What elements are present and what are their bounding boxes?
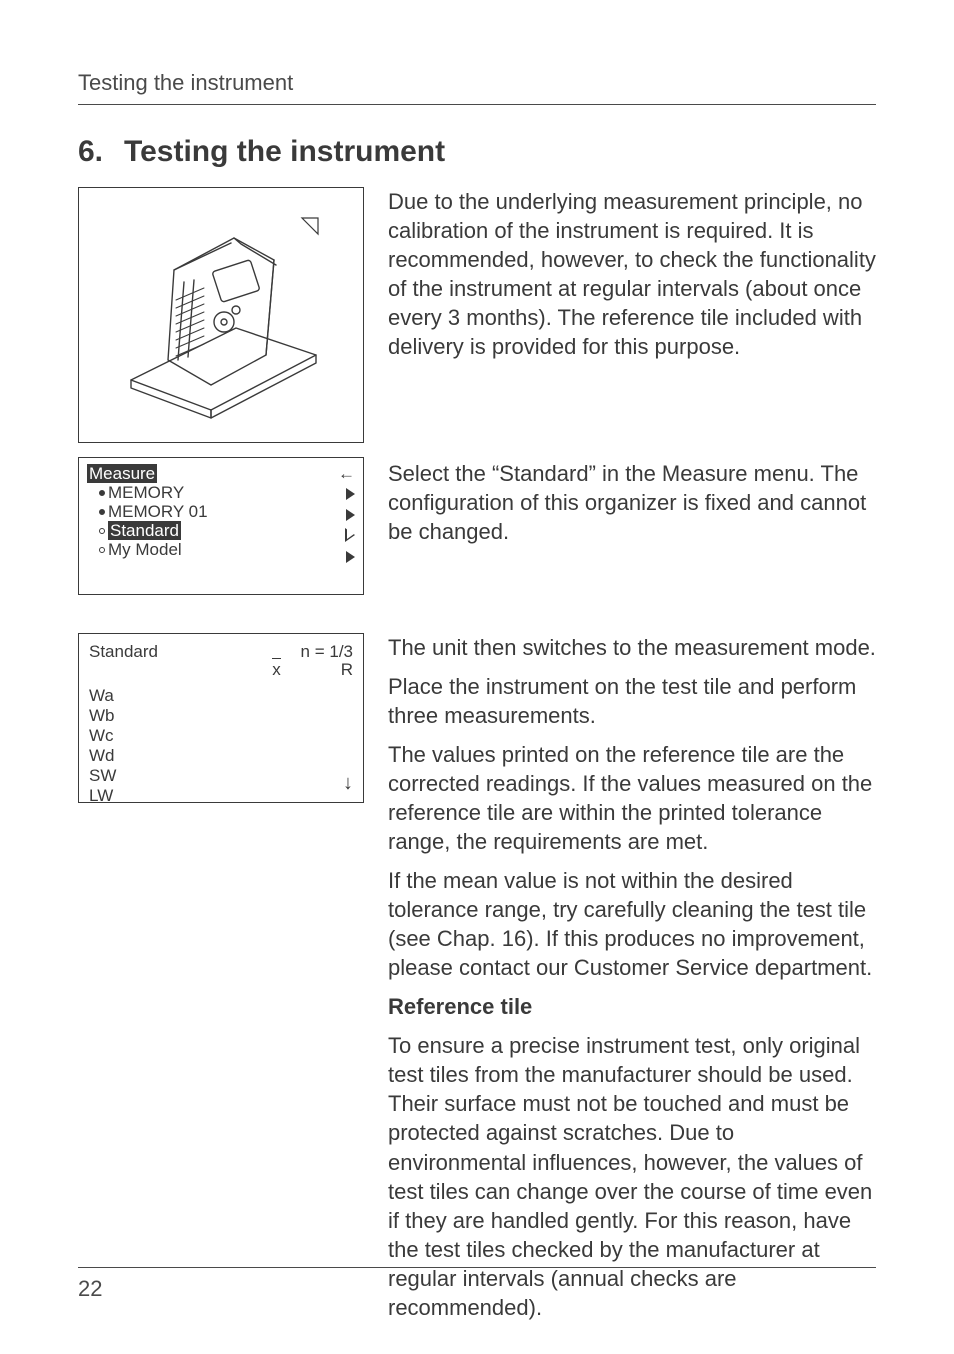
menu-item-mymodel: My Model [99, 540, 355, 559]
intro-paragraph: Due to the underlying measurement princi… [388, 187, 876, 443]
menu-item-standard: Standard [99, 521, 355, 540]
meas-row: Wa [89, 686, 353, 706]
menu-right-icons: ← [338, 464, 355, 567]
meas-row: LW [89, 786, 353, 806]
menu-item-memory01: MEMORY 01 [99, 502, 355, 521]
bullet-icon [99, 547, 105, 553]
menu-item-memory: MEMORY [99, 483, 355, 502]
triangle-right-icon [346, 488, 355, 500]
section-title: Testing the instrument [124, 135, 445, 169]
menu-item-label: MEMORY [108, 483, 184, 502]
meas-paragraph-1: The unit then switches to the measuremen… [388, 633, 876, 662]
measurement-title: Standard [89, 642, 158, 662]
menu-title-text: Measure [87, 464, 157, 483]
measurement-panel: Standard n = 1/3 x R Wa Wb Wc Wd SW [78, 633, 364, 803]
measurement-sub-row: x R [89, 660, 353, 680]
r-label: R [341, 660, 353, 680]
triangle-right-icon [346, 551, 355, 563]
meas-paragraph-4: If the mean value is not within the desi… [388, 866, 876, 982]
page-footer: 22 [78, 1267, 876, 1302]
menu-item-label: My Model [108, 540, 182, 559]
menu-title: Measure [87, 464, 355, 483]
meas-paragraph-3: The values printed on the reference tile… [388, 740, 876, 856]
left-column: Measure MEMORY MEMORY 01 Standard My Mod… [78, 187, 374, 1332]
arrow-left-icon: ← [338, 464, 355, 483]
device-icon [116, 210, 326, 420]
bullet-icon [99, 528, 105, 534]
menu-paragraph: Select the “Standard” in the Measure men… [388, 453, 876, 623]
bullet-icon [99, 509, 105, 515]
content-area: Measure MEMORY MEMORY 01 Standard My Mod… [78, 187, 876, 1332]
meas-row: Wb [89, 706, 353, 726]
measurement-top-row: Standard n = 1/3 [89, 642, 353, 662]
menu-items: MEMORY MEMORY 01 Standard My Model [87, 483, 355, 559]
device-illustration-panel [78, 187, 364, 443]
section-number: 6. [78, 135, 124, 169]
section-heading: 6. Testing the instrument [78, 135, 876, 169]
bullet-icon [99, 490, 105, 496]
meas-row: SW [89, 766, 353, 786]
measurement-n: n = 1/3 [301, 642, 353, 662]
spacer [78, 605, 374, 633]
meas-paragraph-2: Place the instrument on the test tile an… [388, 672, 876, 730]
menu-item-label: Standard [108, 521, 181, 540]
right-column: Due to the underlying measurement princi… [388, 187, 876, 1332]
meas-row: Wc [89, 726, 353, 746]
measurement-rows: Wa Wb Wc Wd SW LW [89, 686, 353, 806]
page: Testing the instrument 6. Testing the in… [0, 0, 954, 1354]
arrow-down-icon: ↓ [343, 772, 353, 796]
xbar-label: x [272, 660, 281, 680]
running-header: Testing the instrument [78, 70, 876, 105]
measure-menu-panel: Measure MEMORY MEMORY 01 Standard My Mod… [78, 457, 364, 595]
meas-row: Wd [89, 746, 353, 766]
running-title: Testing the instrument [78, 70, 293, 95]
reference-tile-heading: Reference tile [388, 992, 876, 1021]
menu-item-label: MEMORY 01 [108, 502, 208, 521]
triangle-right-icon [346, 509, 355, 521]
page-number: 22 [78, 1276, 102, 1301]
triangle-right-outline-inner [347, 529, 354, 539]
